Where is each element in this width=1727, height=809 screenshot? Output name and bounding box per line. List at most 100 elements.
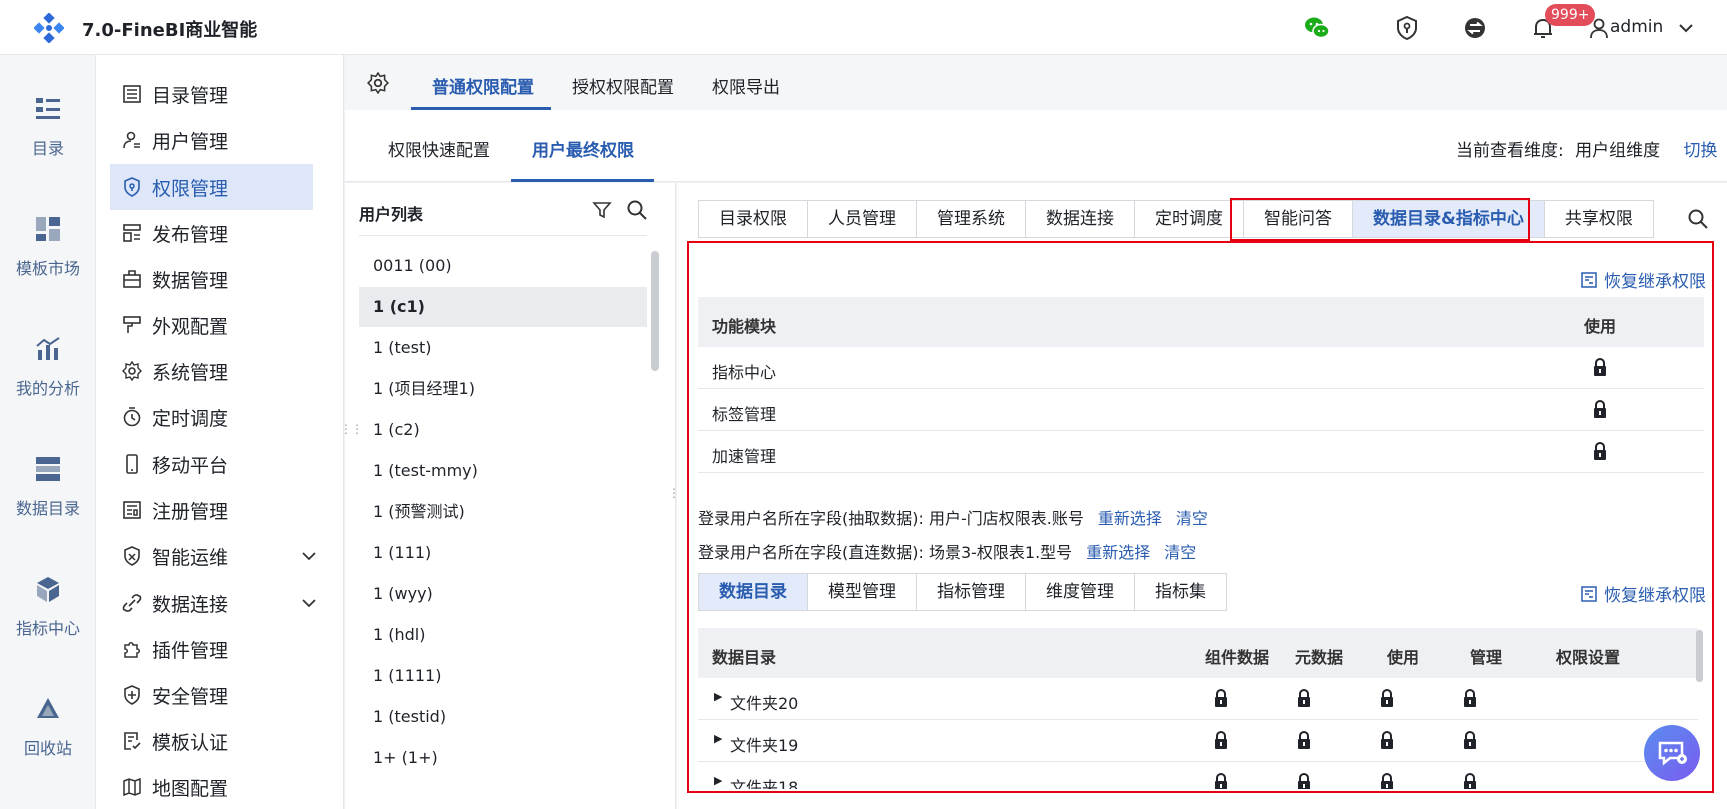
user-list-item[interactable]: 1 (wyy) [359,574,647,614]
user-list-item[interactable]: 1 (1111) [359,656,647,696]
nav-recycle-bin-label: 回收站 [23,739,72,758]
permission-subtabs: 权限快速配置 用户最终权限 当前查看维度: 用户组维度 切换 [345,110,1727,182]
top-bar: 7.0-FineBI商业智能 999+ admin [0,0,1727,55]
nav-my-analysis-label: 我的分析 [15,379,80,398]
nav2-label: 定时调度 [152,407,229,430]
nav2-permission-management[interactable]: 权限管理 [110,164,313,210]
my-analysis-icon [36,337,60,360]
user-name[interactable]: admin [1610,17,1663,37]
nav2-scheduling[interactable]: 定时调度 [110,394,313,440]
chat-icon [1658,741,1687,766]
tab-quick-config[interactable]: 权限快速配置 [388,136,490,161]
dimension-switch-link[interactable]: 切换 [1684,141,1718,161]
data-icon [123,270,141,288]
nav2-publish-management[interactable]: 发布管理 [110,210,313,256]
nav2-label: 智能运维 [152,546,229,569]
user-list-item[interactable]: 0011 (00) [359,246,647,286]
highlight-box [687,241,1714,793]
tab-grant-permission[interactable]: 授权权限配置 [572,73,674,98]
user-list-item[interactable]: 1 (c1) [359,287,647,327]
nav2-label: 注册管理 [152,500,229,523]
nav2-label: 目录管理 [152,84,229,107]
subtab-underline [511,179,654,182]
settings-gear-icon[interactable] [367,72,389,94]
nav-catalog-label: 目录 [31,139,64,158]
tab-permission-export[interactable]: 权限导出 [712,73,780,98]
security-icon [124,685,140,705]
publish-icon [123,224,141,242]
resize-handle[interactable]: ⋮⋮ [668,486,691,506]
filter-icon[interactable] [592,200,612,220]
user-list-item[interactable]: 1+ (1+) [359,738,647,778]
nav-data-catalog[interactable]: 数据目录 [0,455,96,519]
nav2-appearance-config[interactable]: 外观配置 [110,302,313,348]
nav-metric-center[interactable]: 指标中心 [0,575,96,639]
chevron-down-icon[interactable] [1677,19,1695,37]
user-list-item[interactable]: 1 (预警测试) [359,492,647,532]
plugin-icon [124,642,140,658]
tab-user-final-permission[interactable]: 用户最终权限 [532,136,634,161]
user-list-item[interactable]: 1 (test-mmy) [359,451,647,491]
nav2-label: 地图配置 [152,777,229,800]
shield-icon [124,177,140,197]
nav2-data-connection[interactable]: 数据连接 [110,580,316,626]
switch-icon[interactable] [1462,15,1488,41]
timer-icon [123,407,141,427]
nav2-data-management[interactable]: 数据管理 [110,256,313,302]
chevron-down-icon[interactable] [300,594,318,612]
search-icon[interactable] [626,199,648,221]
user-icon [123,131,140,149]
nav2-system-management[interactable]: 系统管理 [110,348,313,394]
ops-icon [124,546,140,566]
user-list-item[interactable]: 1 (test) [359,328,647,368]
dimension-value: 用户组维度 [1575,141,1661,161]
resize-handle[interactable]: ⋮⋮ [340,422,363,442]
nav2-smart-ops[interactable]: 智能运维 [110,533,316,579]
user-list-item[interactable]: 1 (c2) [359,410,647,450]
nav2-catalog-management[interactable]: 目录管理 [110,71,313,117]
user-list-title: 用户列表 [359,205,424,224]
nav2-label: 用户管理 [152,130,229,153]
nav2-security-management[interactable]: 安全管理 [110,672,313,718]
finebi-logo-icon [34,13,64,43]
nav2-label: 权限管理 [152,177,229,200]
help-shield-icon[interactable] [1394,15,1420,41]
chevron-down-icon[interactable] [300,547,318,565]
nav2-label: 数据连接 [152,593,229,616]
user-list-scrollbar[interactable] [651,251,659,371]
nav2-label: 外观配置 [152,315,229,338]
user-list-panel: 用户列表 0011 (00) 1 (c1) 1 (test) 1 (项目经理1) 1 (… [345,183,676,809]
chat-assistant-button[interactable] [1644,725,1700,781]
wechat-icon[interactable] [1304,15,1330,41]
nav-template-market-label: 模板市场 [15,259,80,278]
user-list-item[interactable]: 1 (项目经理1) [359,369,647,409]
nav2-label: 发布管理 [152,223,229,246]
nav2-label: 安全管理 [152,685,229,708]
nav-template-market[interactable]: 模板市场 [0,215,96,279]
divider [359,235,647,236]
map-icon [123,777,141,797]
user-list-item[interactable]: 1 (111) [359,533,647,573]
user-list-item[interactable]: 1 (hdl) [359,615,647,655]
nav2-label: 数据管理 [152,269,229,292]
tab-normal-permission[interactable]: 普通权限配置 [432,73,534,98]
nav2-mobile-platform[interactable]: 移动平台 [110,441,313,487]
nav2-label: 系统管理 [152,361,229,384]
nav2-user-management[interactable]: 用户管理 [110,117,313,163]
nav2-register-management[interactable]: 注册管理 [110,487,313,533]
data-catalog-icon [36,457,60,481]
nav-catalog[interactable]: 目录 [0,95,96,159]
nav2-label: 插件管理 [152,639,229,662]
catalog-icon [36,98,60,119]
nav-recycle-bin[interactable]: 回收站 [0,695,96,759]
nav-my-analysis[interactable]: 我的分析 [0,335,96,399]
dimension-label: 当前查看维度: [1456,141,1564,161]
brush-icon [123,316,141,333]
nav2-template-certify[interactable]: 模板认证 [110,718,313,764]
nav2-plugin-management[interactable]: 插件管理 [110,626,313,672]
metric-center-icon [37,577,59,602]
user-avatar-icon[interactable] [1588,17,1610,39]
user-list-item[interactable]: 1 (testid) [359,697,647,737]
register-icon [123,501,141,519]
nav2-map-config[interactable]: 地图配置 [110,764,313,809]
